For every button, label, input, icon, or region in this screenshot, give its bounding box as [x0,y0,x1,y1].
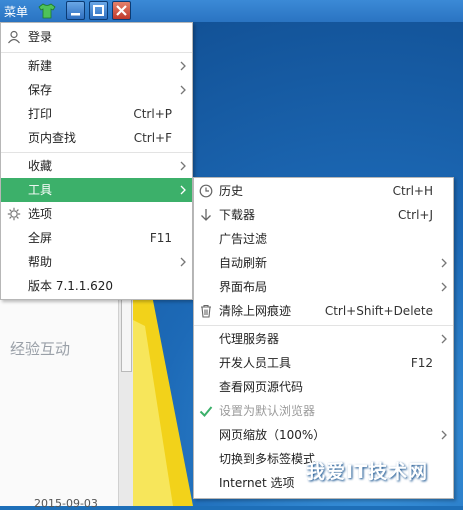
menu-item-set-default: 设置为默认浏览器 [194,399,453,423]
scrollbar-thumb[interactable] [121,290,132,372]
close-button[interactable] [112,1,131,20]
chevron-right-icon [180,185,186,195]
menu-item-label: 版本 7.1.1.620 [28,279,114,293]
chevron-right-icon [180,257,186,267]
menu-item-label: 收藏 [28,159,53,173]
menu-item-history[interactable]: 历史 Ctrl+H [194,179,453,203]
wallpaper-shape [133,280,193,506]
shortcut-label: Ctrl+F [133,131,172,145]
menu-item-help[interactable]: 帮助 [1,250,192,274]
chevron-right-icon [441,334,447,344]
menu-item-version[interactable]: 版本 7.1.1.620 [1,274,192,298]
main-menu: 登录 新建 保存 打印 Ctrl+P 页内查找 Ctrl+F 收藏 工具 选项 … [0,22,193,300]
menu-item-proxy[interactable]: 代理服务器 [194,327,453,351]
menu-item-label: 网页缩放（100%） [219,428,326,442]
menu-item-label: 自动刷新 [219,256,268,270]
chevron-right-icon [180,161,186,171]
maximize-icon [93,5,104,16]
menu-item-label: 清除上网痕迹 [219,304,292,318]
clock-icon [199,184,213,198]
menu-item-label: 界面布局 [219,280,268,294]
menu-item-zoom[interactable]: 网页缩放（100%） [194,423,453,447]
menu-item-label: 开发人员工具 [219,356,292,370]
menu-item-label: 帮助 [28,255,53,269]
menu-separator [194,325,453,326]
shortcut-label: Ctrl+J [398,208,433,222]
shortcut-label: F11 [149,231,172,245]
shortcut-label: Ctrl+P [133,107,172,121]
menu-item-favorites[interactable]: 收藏 [1,154,192,178]
experience-heading: 经验互动 [10,340,71,358]
chevron-right-icon [441,430,447,440]
watermark-url: www.52ij.com [358,485,428,496]
shortcut-label: Ctrl+Shift+Delete [324,304,433,318]
maximize-button[interactable] [89,1,108,20]
menu-item-label: 下载器 [219,208,256,222]
post-date: 2015-09-03 [34,497,98,510]
menu-item-tools[interactable]: 工具 [1,178,192,202]
menu-item-label: 设置为默认浏览器 [219,404,316,418]
menu-item-fullscreen[interactable]: 全屏 F11 [1,226,192,250]
menu-item-options[interactable]: 选项 [1,202,192,226]
trash-icon [201,304,211,318]
menu-item-find[interactable]: 页内查找 Ctrl+F [1,126,192,150]
menu-item-label: 选项 [28,207,53,221]
minimize-button[interactable] [66,1,85,20]
menu-separator [1,152,192,153]
chevron-right-icon [441,282,447,292]
menu-separator [1,52,192,53]
menu-item-print[interactable]: 打印 Ctrl+P [1,102,192,126]
menu-item-login[interactable]: 登录 [1,25,192,49]
checkmark-icon [199,406,213,417]
chevron-right-icon [180,61,186,71]
menu-item-save[interactable]: 保存 [1,78,192,102]
menu-button[interactable]: 菜单 [4,3,28,20]
menu-item-label: 广告过滤 [219,232,268,246]
menu-item-label: 登录 [28,30,53,44]
shortcut-label: Ctrl+H [392,184,433,198]
menu-item-label: 全屏 [28,231,53,245]
site-watermark: 我爱IT技术网 www.52ij.com [288,457,460,503]
menu-item-view-source[interactable]: 查看网页源代码 [194,375,453,399]
menu-item-label: 查看网页源代码 [219,380,304,394]
shortcut-label: F12 [410,356,433,370]
menu-item-label: 页内查找 [28,131,77,145]
menu-item-label: 打印 [28,107,53,121]
menu-item-label: Internet 选项 [219,476,295,490]
title-bar: 菜单 [0,0,463,22]
menu-item-devtools[interactable]: 开发人员工具 F12 [194,351,453,375]
tools-submenu: 历史 Ctrl+H 下载器 Ctrl+J 广告过滤 自动刷新 界面布局 清除上网… [193,177,454,499]
user-icon [8,30,20,44]
menu-item-layout[interactable]: 界面布局 [194,275,453,299]
menu-item-downloader[interactable]: 下载器 Ctrl+J [194,203,453,227]
download-arrow-icon [201,209,211,221]
menu-item-adblock[interactable]: 广告过滤 [194,227,453,251]
minimize-icon [71,13,80,16]
watermark-title: 我爱IT技术网 [306,461,429,483]
menu-item-label: 工具 [28,183,53,197]
menu-item-label: 新建 [28,59,53,73]
close-icon [116,5,127,16]
menu-item-label: 代理服务器 [219,332,280,346]
chevron-right-icon [441,258,447,268]
chevron-right-icon [180,85,186,95]
skin-shirt-icon[interactable] [38,3,56,19]
menu-item-new[interactable]: 新建 [1,54,192,78]
menu-item-label: 历史 [219,184,244,198]
menu-item-autorefresh[interactable]: 自动刷新 [194,251,453,275]
menu-item-clear-traces[interactable]: 清除上网痕迹 Ctrl+Shift+Delete [194,299,453,323]
menu-item-label: 保存 [28,83,53,97]
gear-icon [7,207,21,221]
